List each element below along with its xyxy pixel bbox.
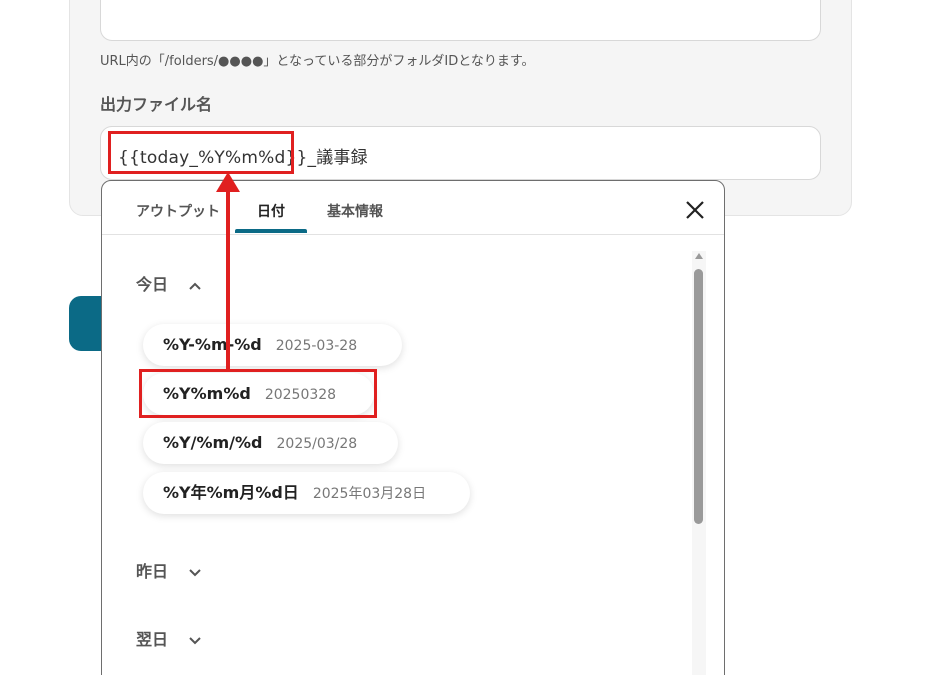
tab-basic-info[interactable]: 基本情報 [327,201,383,221]
section-tomorrow[interactable]: 翌日 [136,626,202,650]
chevron-up-icon [188,282,201,290]
active-tab-indicator [235,229,307,233]
highlight-filename-variable [108,131,294,174]
scroll-up-arrow-icon[interactable] [695,253,703,259]
format-option-japanese[interactable]: %Y年%m月%d日 2025年03月28日 [143,472,470,514]
format-code: %Y年%m月%d日 [163,483,299,502]
annotation-arrow-shaft [226,188,230,370]
format-code: %Y/%m/%d [163,433,263,452]
tab-output[interactable]: アウトプット [136,201,220,221]
close-icon[interactable] [684,199,706,221]
section-tomorrow-label: 翌日 [136,630,169,649]
format-option-dash[interactable]: %Y-%m-%d 2025-03-28 [143,324,402,366]
highlight-format-option [139,369,377,418]
tab-date[interactable]: 日付 [257,201,285,221]
chevron-down-icon [188,568,201,576]
picker-tabs: アウトプット 日付 基本情報 [102,181,724,235]
arrow-up-icon [216,172,240,192]
format-example: 2025-03-28 [275,338,358,354]
format-code: %Y-%m-%d [163,335,262,354]
filename-label: 出力ファイル名 [100,95,213,114]
scrollbar-thumb[interactable] [694,269,703,524]
folder-id-hint: URL内の「/folders/●●●●」となっている部分がフォルダIDとなります… [100,54,535,69]
variable-picker-dropdown: アウトプット 日付 基本情報 今日 %Y-%m-%d 2025-03-28 %Y%… [101,180,725,675]
section-yesterday[interactable]: 昨日 [136,558,202,582]
section-today[interactable]: 今日 [136,271,202,295]
format-example: 2025年03月28日 [312,486,427,502]
format-option-slash[interactable]: %Y/%m/%d 2025/03/28 [143,422,398,464]
format-example: 2025/03/28 [276,436,358,452]
folder-id-field[interactable] [100,0,821,41]
section-today-label: 今日 [136,275,169,294]
chevron-down-icon [188,636,201,644]
section-yesterday-label: 昨日 [136,562,169,581]
